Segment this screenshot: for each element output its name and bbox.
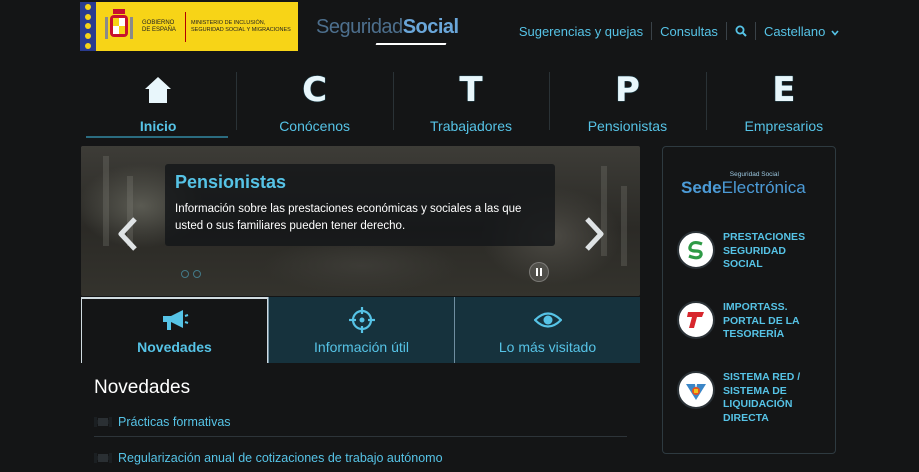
sidebar-item-prestaciones[interactable]: PRESTACIONES SEGURIDAD SOCIAL	[677, 231, 813, 272]
sistema-red-logo-icon	[677, 371, 715, 409]
bullet-icon	[94, 416, 112, 427]
language-selector[interactable]: Castellano	[756, 24, 847, 39]
prestaciones-logo-icon	[677, 231, 715, 269]
sidebar-item-label: SISTEMA RED / SISTEMA DE LIQUIDACIÓN DIR…	[723, 371, 801, 424]
suggestions-link[interactable]: Sugerencias y quejas	[511, 24, 651, 39]
government-logo[interactable]: Gobierno de España Ministerio de Inclusi…	[80, 2, 298, 51]
tab-lo-mas-visitado[interactable]: Lo más visitado	[454, 297, 640, 363]
chevron-down-icon	[831, 29, 839, 36]
nav-label: Empresarios	[744, 118, 824, 134]
carousel-text: Información sobre las prestaciones econó…	[175, 203, 522, 232]
nav-label: Inicio	[139, 118, 177, 134]
previous-slide-icon[interactable]	[117, 216, 139, 252]
nav-inicio[interactable]: Inicio	[80, 68, 236, 138]
hero-carousel: Pensionistas Información sobre las prest…	[81, 146, 640, 296]
letter-p-icon: P	[614, 70, 640, 110]
electronic-office-sidebar: Seguridad Social SedeElectrónica PRESTAC…	[662, 146, 836, 454]
news-link[interactable]: Regularización anual de cotizaciones de …	[118, 451, 443, 465]
tab-informacion-util[interactable]: Información útil	[268, 297, 454, 363]
nav-label: Trabajadores	[430, 118, 512, 134]
tab-label: Novedades	[137, 339, 212, 355]
nav-trabajadores[interactable]: T Trabajadores	[392, 68, 549, 138]
crosshair-icon	[348, 307, 375, 333]
carousel-title[interactable]: Pensionistas	[175, 172, 545, 193]
nav-pensionistas[interactable]: P Pensionistas	[549, 68, 705, 138]
sidebar-item-sistema-red[interactable]: SISTEMA RED / SISTEMA DE LIQUIDACIÓN DIR…	[677, 371, 813, 425]
sidebar-item-importass[interactable]: IMPORTASS. PORTAL DE LA TESORERÍA	[677, 301, 813, 342]
tab-label: Información útil	[314, 339, 409, 355]
ministry-label: Ministerio de Inclusión, Seguridad Socia…	[191, 20, 291, 33]
news-section: Novedades Prácticas formativas Regulariz…	[81, 363, 640, 472]
top-links: Sugerencias y quejas Consultas Castellan…	[511, 22, 847, 40]
nav-empresarios[interactable]: E Empresarios	[705, 68, 862, 138]
logo-part-2: Social	[402, 16, 459, 38]
carousel-dot[interactable]	[181, 270, 189, 278]
nav-label: Pensionistas	[587, 118, 668, 134]
main-navigation: Inicio C Conócenos T Trabajadores P Pens…	[80, 68, 862, 138]
carousel-caption: Pensionistas Información sobre las prest…	[165, 164, 555, 246]
sede-electronica-logo[interactable]: Seguridad Social SedeElectrónica	[681, 171, 806, 198]
logo-part-1: Seguridad	[316, 16, 403, 38]
seguridad-social-logo[interactable]: SeguridadSocial	[316, 16, 459, 45]
tab-label: Lo más visitado	[498, 339, 597, 355]
letter-t-icon: T	[459, 70, 483, 110]
next-slide-icon[interactable]	[583, 216, 605, 252]
queries-link[interactable]: Consultas	[652, 24, 726, 39]
language-label: Castellano	[763, 23, 826, 39]
pause-icon[interactable]	[529, 262, 549, 282]
news-link[interactable]: Prácticas formativas	[118, 415, 231, 429]
sidebar-item-label: PRESTACIONES SEGURIDAD SOCIAL	[723, 231, 806, 270]
carousel-dot[interactable]	[193, 270, 201, 278]
search-icon[interactable]	[727, 25, 755, 37]
nav-conocenos[interactable]: C Conócenos	[236, 68, 392, 138]
eye-icon	[533, 307, 562, 333]
news-item[interactable]: Regularización anual de cotizaciones de …	[94, 443, 627, 472]
letter-c-icon: C	[302, 70, 328, 110]
government-label: Gobierno de España	[142, 19, 176, 33]
sede-part-1: Sede	[681, 178, 722, 197]
importass-logo-icon	[677, 301, 715, 339]
home-icon	[143, 72, 173, 108]
sede-part-2: Electrónica	[721, 178, 806, 197]
sede-small-label: Seguridad Social	[729, 171, 779, 178]
sidebar-item-label: IMPORTASS. PORTAL DE LA TESORERÍA	[723, 301, 800, 340]
info-tabs: Novedades Información útil Lo más visita…	[81, 297, 640, 363]
spain-crest-icon	[104, 7, 134, 47]
bullet-icon	[94, 453, 112, 463]
tab-novedades[interactable]: Novedades	[81, 297, 268, 363]
letter-e-icon: E	[772, 70, 796, 110]
news-item[interactable]: Prácticas formativas	[94, 407, 627, 437]
news-heading: Novedades	[94, 377, 191, 398]
eu-flag-strip	[80, 2, 96, 51]
megaphone-icon	[161, 307, 189, 333]
carousel-dots	[181, 270, 201, 278]
nav-label: Conócenos	[279, 118, 351, 134]
